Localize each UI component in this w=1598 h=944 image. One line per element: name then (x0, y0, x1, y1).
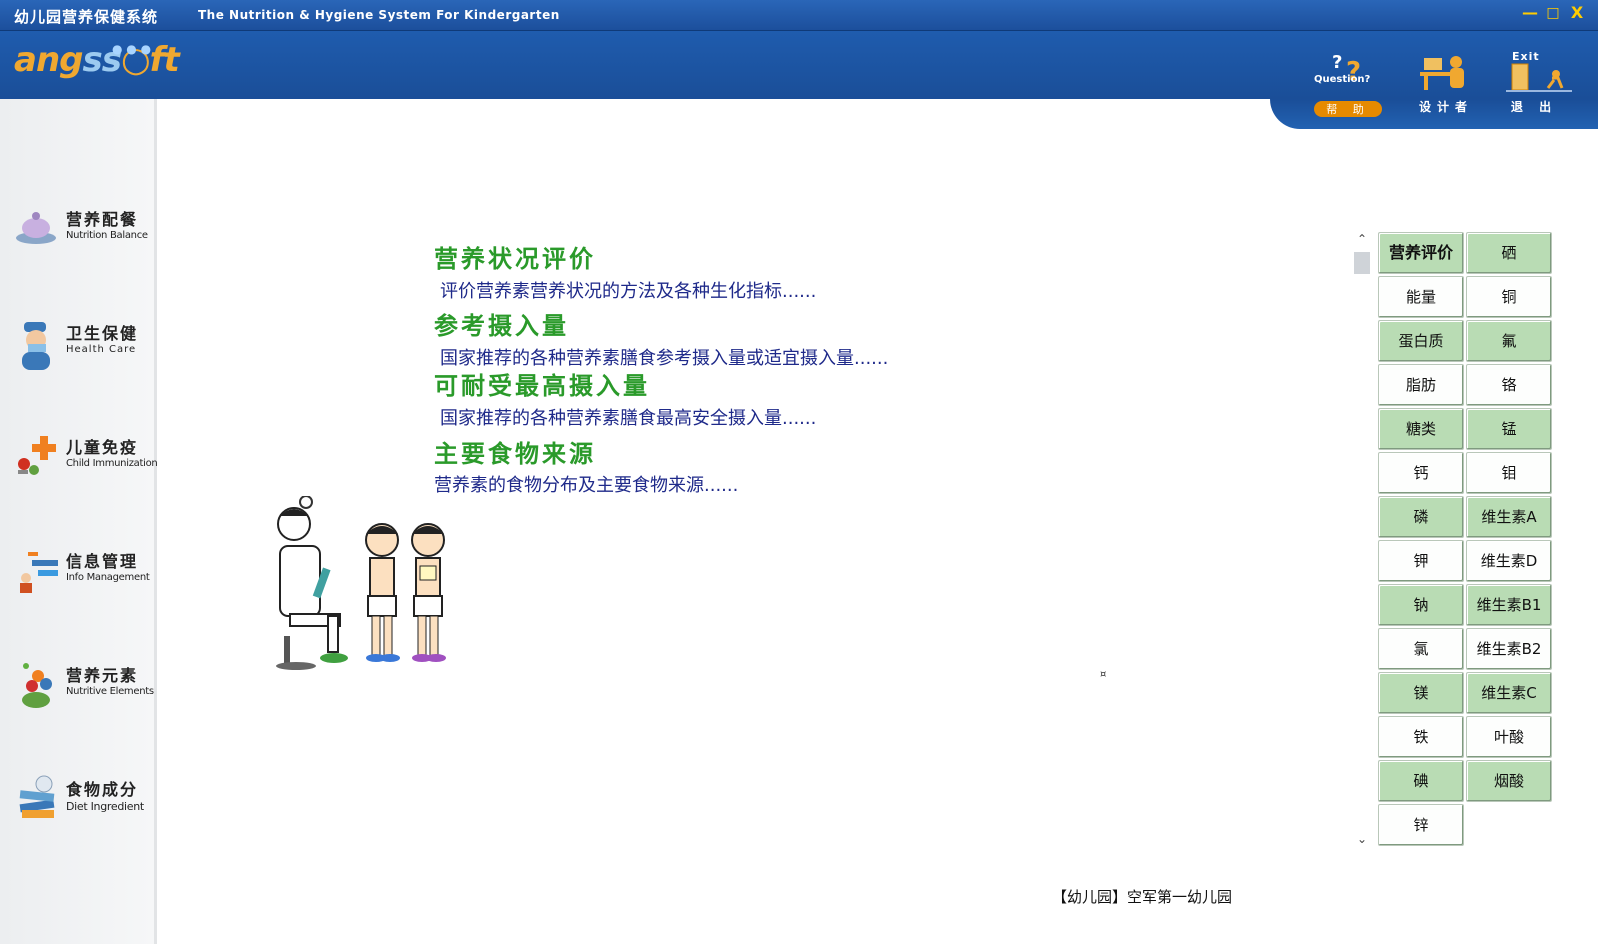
app-title-cn: 幼儿园营养保健系统 (14, 8, 159, 26)
nutrient-button-right-2[interactable]: 氟 (1466, 320, 1552, 362)
scroll-down-icon[interactable]: ⌄ (1352, 832, 1372, 850)
nutrient-button-left-8[interactable]: 钠 (1378, 584, 1464, 626)
brand-logo: angss○ft (14, 40, 180, 80)
exit-button[interactable]: Exit 退 出 (1494, 50, 1574, 122)
nutrient-button-right-4[interactable]: 锰 (1466, 408, 1552, 450)
exit-top-label: Exit (1512, 50, 1540, 63)
nutrient-button-left-11[interactable]: 铁 (1378, 716, 1464, 758)
nutrient-button-left-2[interactable]: 蛋白质 (1378, 320, 1464, 362)
section-title-max-intake[interactable]: 可耐受最高摄入量 (434, 366, 650, 401)
nutrient-button-right-5[interactable]: 钼 (1466, 452, 1552, 494)
designer-icon (1416, 50, 1476, 98)
nutrient-button-right-10[interactable]: 维生素C (1466, 672, 1552, 714)
close-button[interactable]: X (1570, 5, 1584, 21)
question-icon: ? ? Question? (1314, 50, 1378, 98)
nutrient-button-right-9[interactable]: 维生素B2 (1466, 628, 1552, 670)
nutrient-button-left-7[interactable]: 钾 (1378, 540, 1464, 582)
nurse-icon (14, 316, 60, 370)
nutrient-button-left-5[interactable]: 钙 (1378, 452, 1464, 494)
logo-text-suffix: ft (149, 40, 180, 80)
help-label: 帮 助 (1314, 101, 1382, 117)
section-title-reference-intake[interactable]: 参考摄入量 (434, 306, 569, 341)
section-title-food-sources[interactable]: 主要食物来源 (434, 434, 596, 469)
nutrient-button-right-12[interactable]: 烟酸 (1466, 760, 1552, 802)
nutrient-button-right-1[interactable]: 铜 (1466, 276, 1552, 318)
maximize-button[interactable]: □ (1546, 6, 1560, 20)
molecules-icon (14, 658, 60, 708)
scroll-thumb[interactable] (1354, 252, 1370, 274)
sidebar-item-diet-ingredient[interactable]: 食物成分 Diet Ingredient (14, 766, 150, 830)
info-management-icon (14, 544, 60, 593)
nutrient-button-right-0[interactable]: 硒 (1466, 232, 1552, 274)
logo-text-prefix: ang (14, 40, 83, 80)
nutrient-button-right-3[interactable]: 铬 (1466, 364, 1552, 406)
nutrient-button-left-12[interactable]: 碘 (1378, 760, 1464, 802)
sidebar-item-info-management[interactable]: 信息管理 Info Management (14, 538, 150, 602)
help-top-label: Question? (1314, 74, 1371, 85)
sidebar-item-label-en: Health Care (66, 344, 137, 355)
sidebar-item-label-en: Nutrition Balance (66, 230, 148, 241)
sidebar-item-label-cn: 儿童免疫 (66, 438, 139, 457)
sidebar-item-child-immunization[interactable]: 儿童免疫 Child Immunization (14, 424, 158, 488)
section-desc-nutrition-evaluation[interactable]: 评价营养素营养状况的方法及各种生化指标...... (440, 277, 816, 303)
section-title-nutrition-evaluation[interactable]: 营养状况评价 (434, 239, 596, 274)
nutrient-button-left-0[interactable]: 营养评价 (1378, 232, 1464, 274)
nutrient-scrollbar[interactable]: ⌃ ⌄ (1352, 230, 1372, 850)
nutrient-button-left-9[interactable]: 氯 (1378, 628, 1464, 670)
minimize-button[interactable]: — (1522, 5, 1538, 21)
designer-button[interactable]: 设计者 (1406, 50, 1486, 122)
nutrient-button-left-6[interactable]: 磷 (1378, 496, 1464, 538)
nutrient-button-left-13[interactable]: 锌 (1378, 804, 1464, 846)
sidebar-item-health-care[interactable]: 卫生保健 Health Care (14, 310, 150, 374)
immunization-icon (14, 430, 60, 478)
sidebar-item-nutritive-elements[interactable]: 营养元素 Nutritive Elements (14, 652, 154, 716)
sidebar-item-label-cn: 营养元素 (66, 666, 139, 685)
sidebar-item-nutrition-balance[interactable]: 营养配餐 Nutrition Balance (14, 196, 150, 260)
kindergarten-name: 【幼儿园】空军第一幼儿园 (1052, 888, 1233, 906)
section-desc-max-intake[interactable]: 国家推荐的各种营养素膳食最高安全摄入量...... (440, 404, 816, 430)
exit-door-icon: Exit (1504, 50, 1572, 98)
books-icon (14, 772, 60, 820)
nutrient-button-left-1[interactable]: 能量 (1378, 276, 1464, 318)
sidebar-item-label-cn: 食物成分 (66, 780, 139, 799)
logo-dots-icon: ● ● ● (112, 42, 152, 56)
nutrient-button-right-8[interactable]: 维生素B1 (1466, 584, 1552, 626)
sidebar-item-label-en: Child Immunization (66, 458, 158, 469)
sidebar-item-label-cn: 营养配餐 (66, 210, 139, 229)
doctor-children-illustration (262, 495, 462, 680)
help-button[interactable]: ? ? Question? 帮 助 (1308, 50, 1388, 122)
nutrient-button-left-10[interactable]: 镁 (1378, 672, 1464, 714)
nutrient-button-left-4[interactable]: 糖类 (1378, 408, 1464, 450)
svg-text:?: ? (1332, 52, 1342, 73)
nutrient-button-left-3[interactable]: 脂肪 (1378, 364, 1464, 406)
sidebar-item-label-cn: 卫生保健 (66, 324, 139, 343)
sidebar-item-label-en: Info Management (66, 572, 150, 583)
scroll-up-icon[interactable]: ⌃ (1352, 232, 1372, 250)
title-bar: 幼儿园营养保健系统 The Nutrition & Hygiene System… (0, 0, 1598, 31)
nutrient-button-right-6[interactable]: 维生素A (1466, 496, 1552, 538)
section-desc-food-sources[interactable]: 营养素的食物分布及主要食物来源...... (434, 471, 738, 497)
app-title-en: The Nutrition & Hygiene System For Kinde… (198, 8, 560, 22)
nutrient-button-right-11[interactable]: 叶酸 (1466, 716, 1552, 758)
nutrient-button-right-7[interactable]: 维生素D (1466, 540, 1552, 582)
exit-label: 退 出 (1510, 100, 1558, 114)
sidebar-item-label-cn: 信息管理 (66, 552, 139, 571)
designer-label: 设计者 (1418, 100, 1473, 114)
teapot-icon (14, 202, 60, 250)
sidebar-item-label-en: Nutritive Elements (66, 686, 154, 697)
sidebar-item-label-en: Diet Ingredient (66, 800, 144, 813)
cursor-marker: ¤ (1100, 669, 1107, 680)
